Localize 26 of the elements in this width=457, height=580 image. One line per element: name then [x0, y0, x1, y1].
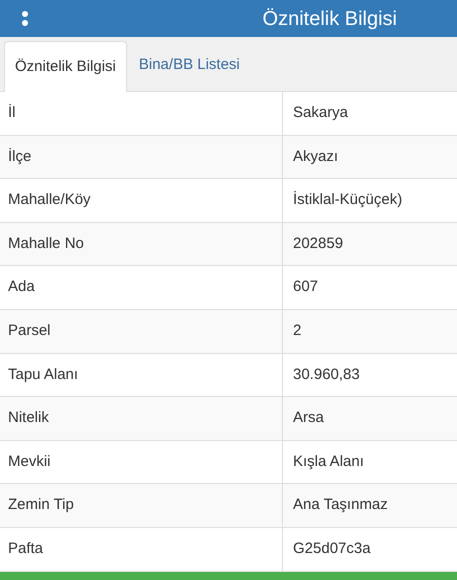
- table-cell: Mahalle/Köy: [0, 179, 283, 222]
- table-cell-text: Sakarya: [292, 103, 350, 124]
- table-cell: Ada: [0, 266, 283, 309]
- table-cell-text: Ana Taşınmaz: [292, 495, 389, 516]
- table-cell-text: 202859: [292, 234, 344, 254]
- table-cell-text: Arsa: [292, 408, 325, 428]
- table-cell: Parsel: [0, 310, 283, 353]
- table-cell: Nitelik: [0, 397, 283, 440]
- table-cell: Zemin Tip: [0, 484, 283, 527]
- table-cell-text: Kışla Alanı: [292, 452, 365, 472]
- table-cell: Mahalle No: [0, 222, 283, 266]
- table-cell-text: İstiklal-Küçüçek): [292, 190, 404, 210]
- table-cell-text: 2: [292, 321, 302, 342]
- table-cell: Mevkii: [0, 440, 283, 484]
- tab[interactable]: Bina/BB Listesi: [126, 40, 252, 91]
- table-cell: Tapu Alanı: [0, 354, 283, 396]
- table-cell: Pafta: [0, 528, 283, 571]
- table-cell-text: 607: [292, 277, 320, 298]
- table-cell-text: 30.960,83: [292, 364, 361, 385]
- page-title: Öznitelik Bilgisi: [262, 8, 397, 28]
- table-cell-text: G25d07c3a: [292, 538, 372, 559]
- menu-icon[interactable]: [22, 11, 28, 26]
- table-cell-text: Akyazı: [292, 146, 340, 167]
- tab[interactable]: Öznitelik Bilgisi: [4, 41, 127, 92]
- table-cell: İlçe: [0, 136, 283, 178]
- table-cell: İl: [0, 92, 283, 135]
